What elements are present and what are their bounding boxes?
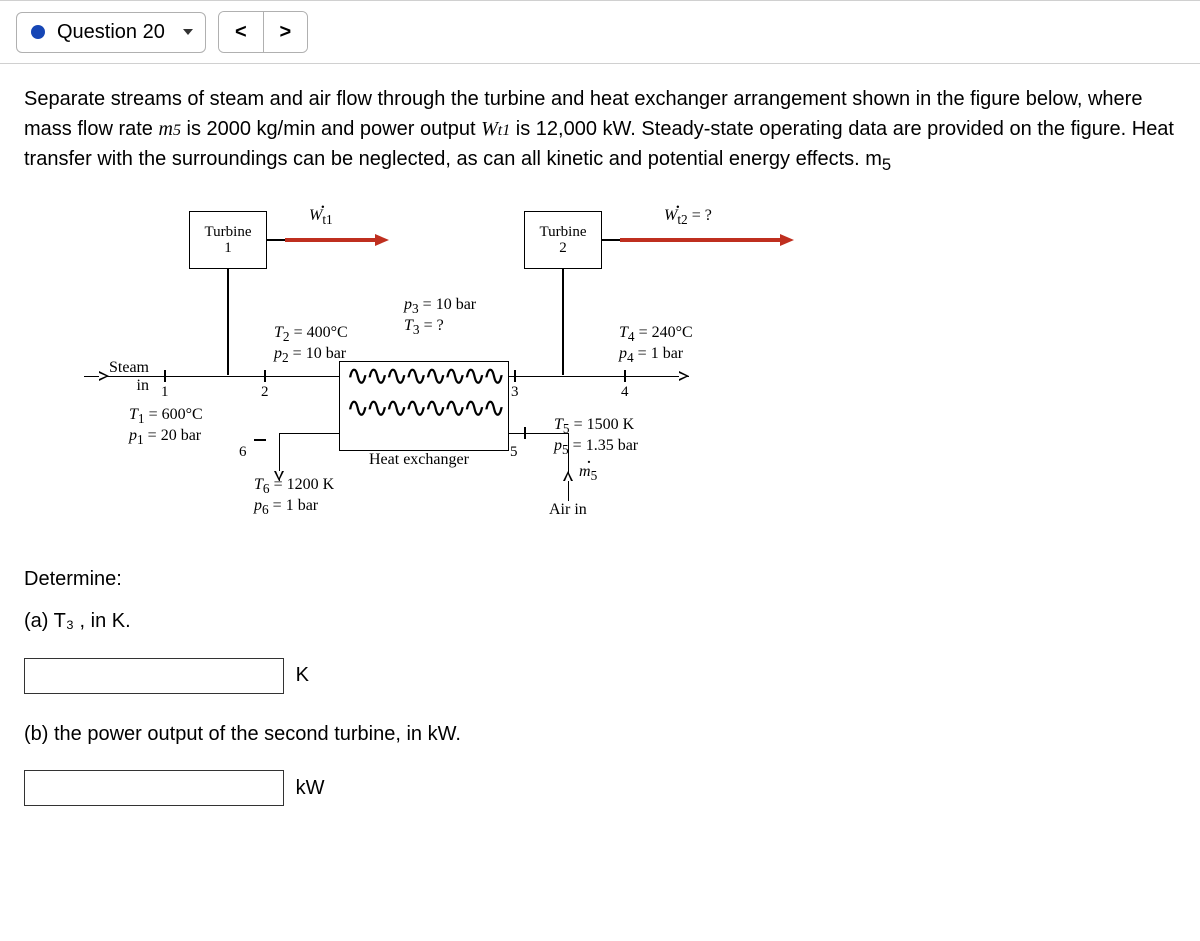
node-2: 2: [261, 384, 269, 401]
question-prompt: Separate streams of steam and air flow t…: [24, 84, 1176, 177]
node-tick: [514, 370, 516, 382]
question-a: (a) T₃ , in K.: [24, 603, 1176, 639]
turbine-1: Turbine 1: [189, 211, 267, 269]
var-wt1: Wt1: [481, 118, 510, 140]
questions-block: Determine: (a) T₃ , in K. K (b) the powe…: [24, 561, 1176, 806]
arrow-icon: [375, 234, 389, 246]
unit-b: kW: [296, 777, 325, 799]
turbine-2: Turbine 2: [524, 211, 602, 269]
flow-arrow-icon: [99, 371, 109, 381]
flow-arrow-icon: [679, 371, 689, 381]
prompt-text: Separate streams of steam and air flow t…: [24, 88, 965, 110]
node-4: 4: [621, 384, 629, 401]
shaft-line: [602, 239, 620, 241]
question-label: Question 20: [57, 21, 165, 44]
prompt-sub: 5: [882, 155, 891, 174]
determine-label: Determine:: [24, 561, 1176, 597]
question-selector[interactable]: Question 20: [16, 12, 206, 53]
pipe: [227, 269, 229, 375]
question-b: (b) the power output of the second turbi…: [24, 716, 1176, 752]
shaft-line: [267, 239, 285, 241]
prompt-text: is 2000 kg/min and power output: [181, 118, 481, 140]
state-4: T4 = 240°C p4 = 1 bar: [619, 324, 693, 365]
air-in-label: Air in: [549, 501, 587, 519]
prev-button[interactable]: <: [219, 12, 263, 52]
nav-button-group: < >: [218, 11, 308, 53]
pipe: [164, 376, 339, 377]
node-3: 3: [511, 384, 519, 401]
work-arrow-2: [620, 238, 780, 242]
chevron-down-icon: [183, 29, 193, 35]
turbine-1-label: Turbine 1: [205, 224, 252, 257]
node-tick: [524, 427, 526, 439]
answer-input-a[interactable]: [24, 658, 284, 694]
unit-a: K: [296, 664, 309, 686]
figure-diagram: Turbine 1 Wt1 Turbine 2 Wt2 = ? Steam in…: [84, 201, 864, 531]
node-tick: [264, 370, 266, 382]
node-6: 6: [239, 444, 247, 461]
pipe: [509, 376, 619, 377]
state-1: T1 = 600°C p1 = 20 bar: [129, 406, 203, 447]
arrow-icon: [780, 234, 794, 246]
node-tick: [254, 439, 266, 441]
node-5: 5: [510, 444, 518, 461]
node-1: 1: [161, 384, 169, 401]
status-dot-icon: [31, 25, 45, 39]
question-nav-bar: Question 20 < >: [0, 0, 1200, 64]
flow-arrow-icon: [563, 471, 573, 481]
m5-label: m5: [579, 463, 597, 484]
answer-input-b[interactable]: [24, 770, 284, 806]
node-tick: [624, 370, 626, 382]
wt1-label: Wt1: [309, 207, 333, 228]
work-arrow-1: [285, 238, 375, 242]
var-m5: m5: [158, 118, 180, 140]
chevron-left-icon: <: [235, 21, 247, 44]
hex-label: Heat exchanger: [369, 451, 469, 469]
state-2: T2 = 400°C p2 = 10 bar: [274, 324, 348, 365]
pipe: [562, 269, 564, 375]
next-button[interactable]: >: [263, 12, 307, 52]
wt2-label: Wt2 = ?: [664, 207, 712, 228]
state-5: T5 = 1500 K p5 = 1.35 bar: [554, 416, 638, 457]
coil-icon: ∿∿∿∿∿∿∿∿: [346, 359, 502, 392]
steam-in-label: Steam in: [109, 359, 149, 396]
coil-icon: ∿∿∿∿∿∿∿∿: [346, 391, 502, 424]
state-3: p3 = 10 bar T3 = ?: [404, 296, 476, 337]
pipe: [279, 433, 339, 434]
chevron-right-icon: >: [280, 21, 292, 44]
pipe: [84, 376, 164, 377]
content-area: Separate streams of steam and air flow t…: [0, 64, 1200, 826]
turbine-2-label: Turbine 2: [540, 224, 587, 257]
pipe: [609, 376, 689, 377]
state-6: T6 = 1200 K p6 = 1 bar: [254, 476, 334, 517]
